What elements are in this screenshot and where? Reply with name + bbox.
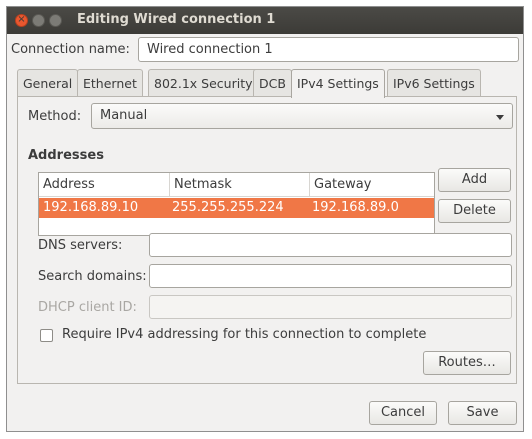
cell-gateway[interactable]: 192.168.89.0 [308,198,399,218]
tab-ethernet[interactable]: Ethernet [77,69,143,96]
require-ipv4-label[interactable]: Require IPv4 addressing for this connect… [62,327,426,342]
dns-servers-input[interactable] [149,233,512,257]
tab-ipv6-settings[interactable]: IPv6 Settings [387,69,481,96]
maximize-window-button[interactable] [49,14,62,27]
dhcp-client-id-input[interactable] [149,295,512,319]
save-button[interactable]: Save [448,401,517,425]
method-value: Manual [100,108,148,123]
add-address-button[interactable]: Add [438,168,511,192]
dhcp-client-id-label: DHCP client ID: [38,300,137,315]
column-header-netmask[interactable]: Netmask [170,173,310,197]
addresses-heading: Addresses [28,148,104,163]
edit-connection-dialog: × Editing Wired connection 1 Connection … [6,6,524,432]
table-row[interactable]: 192.168.89.10 255.255.255.224 192.168.89… [39,198,434,218]
tab-dcb[interactable]: DCB [253,69,292,96]
cancel-button[interactable]: Cancel [369,401,437,425]
close-icon: × [17,14,26,25]
connection-name-value: Wired connection 1 [147,42,273,57]
close-window-button[interactable]: × [15,14,28,27]
routes-button[interactable]: Routes… [423,351,511,375]
column-header-address[interactable]: Address [39,173,170,197]
cell-netmask[interactable]: 255.255.255.224 [168,198,284,218]
column-header-gateway[interactable]: Gateway [310,173,434,197]
search-domains-input[interactable] [149,264,512,288]
method-dropdown[interactable]: Manual [91,103,513,129]
connection-name-input[interactable]: Wired connection 1 [138,37,519,62]
delete-address-button[interactable]: Delete [438,199,511,223]
dropdown-arrow-icon [496,115,504,120]
tab-8021x-security[interactable]: 802.1x Security [148,69,259,96]
require-ipv4-checkbox[interactable] [40,329,53,342]
dns-servers-label: DNS servers: [38,238,123,253]
method-label: Method: [28,109,82,124]
window-title: Editing Wired connection 1 [77,12,276,27]
connection-name-label: Connection name: [11,42,130,57]
minimize-window-button[interactable] [32,14,45,27]
tab-general[interactable]: General [17,69,79,96]
tab-ipv4-settings[interactable]: IPv4 Settings [291,69,385,98]
title-bar[interactable]: × Editing Wired connection 1 [7,7,523,34]
addresses-table[interactable]: Address Netmask Gateway 192.168.89.10 25… [38,172,435,236]
cell-address[interactable]: 192.168.89.10 [39,198,138,218]
search-domains-label: Search domains: [38,269,147,284]
